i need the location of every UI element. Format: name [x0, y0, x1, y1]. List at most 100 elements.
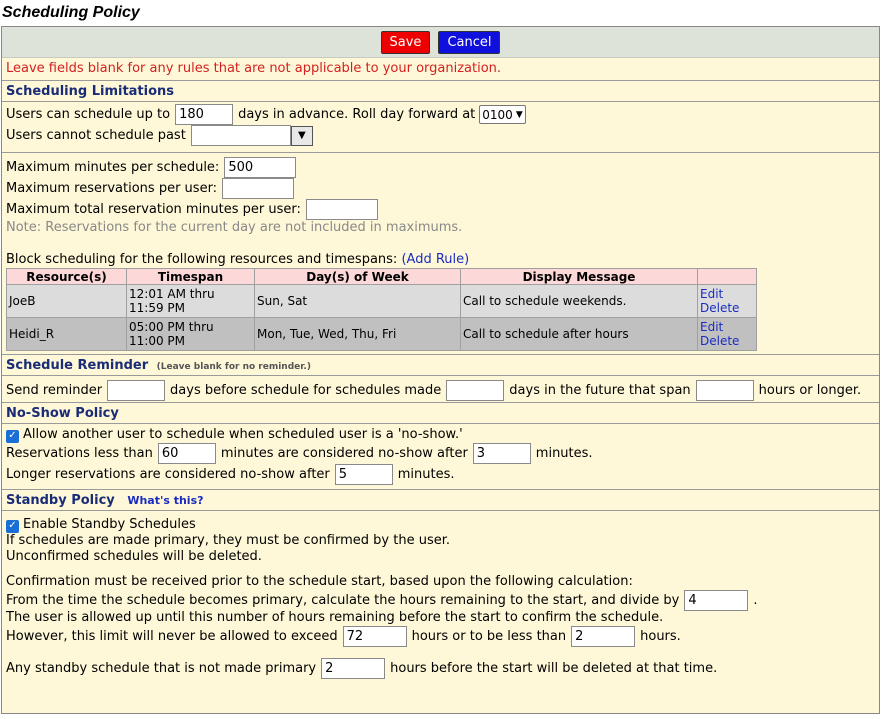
table-header-row: Resource(s) Timespan Day(s) of Week Disp…	[6, 268, 757, 285]
col-actions	[697, 268, 757, 285]
edit-link[interactable]: Edit	[700, 320, 754, 334]
advance-label: Users can schedule up to	[6, 107, 171, 122]
timespan-end: 11:00 PM	[129, 334, 185, 348]
less-minutes-input[interactable]	[157, 443, 216, 464]
reminder-line: Send reminder days before schedule for s…	[2, 378, 879, 402]
section-scheduling-limitations: Scheduling Limitations	[2, 80, 879, 102]
block-label: Block scheduling for the following resou…	[6, 252, 398, 267]
checkbox-checked-icon[interactable]: ✓	[6, 519, 19, 533]
reminder-future-input[interactable]	[446, 379, 505, 401]
less-mid-label: minutes are considered no-show after	[220, 446, 468, 461]
col-resource: Resource(s)	[6, 268, 127, 285]
divide-by-input[interactable]	[684, 589, 749, 611]
cell-actions: Edit Delete	[697, 317, 757, 351]
noshow-after-input[interactable]	[472, 443, 531, 464]
page-title: Scheduling Policy	[2, 4, 140, 21]
past-line: Users cannot schedule past ▼	[2, 125, 879, 146]
roll-time-select[interactable]: 0100 ▼	[479, 105, 526, 124]
roll-label: days in advance. Roll day forward at	[238, 107, 476, 122]
reminder-hours-input[interactable]	[695, 379, 754, 401]
reminder-label-4: hours or longer.	[758, 382, 862, 398]
maximums-note: Note: Reservations for the current day a…	[6, 220, 463, 235]
max-res-line: Maximum reservations per user:	[2, 178, 879, 199]
table-row: Heidi_R 05:00 PM thru 11:00 PM Mon, Tue,…	[6, 317, 757, 351]
max-minutes-line: Maximum minutes per schedule:	[2, 157, 879, 178]
cell-timespan: 12:01 AM thru 11:59 PM	[126, 284, 255, 318]
cell-message: Call to schedule after hours	[460, 317, 698, 351]
notice-text: Leave fields blank for any rules that ar…	[6, 61, 502, 76]
divide-label: From the time the schedule becomes prima…	[6, 592, 680, 608]
section-title: Standby Policy	[6, 493, 115, 508]
delete-link[interactable]: Delete	[700, 301, 754, 315]
toolbar: Save Cancel	[2, 27, 879, 58]
chevron-down-icon: ▼	[515, 109, 523, 120]
cancel-button[interactable]: Cancel	[438, 30, 501, 54]
section-schedule-reminder: Schedule Reminder (Leave blank for no re…	[2, 354, 879, 376]
max-total-label: Maximum total reservation minutes per us…	[6, 202, 301, 217]
delete-link[interactable]: Delete	[700, 334, 754, 348]
exceed-line: However, this limit will never be allowe…	[2, 626, 879, 647]
longer-label: Longer reservations are considered no-sh…	[6, 467, 330, 482]
add-rule-link[interactable]: (Add Rule)	[401, 252, 469, 267]
longer-suffix-label: minutes.	[397, 467, 455, 482]
checkbox-checked-icon[interactable]: ✓	[6, 429, 19, 443]
exceed-label: However, this limit will never be allowe…	[6, 629, 338, 644]
timespan-start: 12:01 AM thru	[129, 287, 215, 301]
reminder-label-1: Send reminder	[6, 382, 103, 398]
standby-text-1: If schedules are made primary, they must…	[6, 533, 450, 548]
max-total-line: Maximum total reservation minutes per us…	[2, 199, 879, 220]
cell-actions: Edit Delete	[697, 284, 757, 318]
max-minutes-label: Maximum minutes per schedule:	[6, 160, 220, 175]
reminder-label-3: days in the future that span	[509, 382, 691, 398]
cell-message: Call to schedule weekends.	[460, 284, 698, 318]
noshow-less-line: Reservations less than minutes are consi…	[2, 443, 879, 464]
longer-minutes-input[interactable]	[334, 464, 393, 485]
advance-days-input[interactable]	[175, 104, 234, 125]
cell-days: Sun, Sat	[254, 284, 461, 318]
advance-line: Users can schedule up to days in advance…	[2, 104, 879, 125]
max-hours-input[interactable]	[342, 626, 407, 647]
standby-text-3: Confirmation must be received prior to t…	[6, 574, 633, 589]
standby-delete-line: Any standby schedule that is not made pr…	[2, 658, 879, 679]
cell-resource: JoeB	[6, 284, 127, 318]
standby-text-2: Unconfirmed schedules will be deleted.	[6, 549, 262, 564]
delete-suffix-label: hours before the start will be deleted a…	[390, 661, 718, 676]
less-label: Reservations less than	[6, 446, 153, 461]
policy-panel: Save Cancel Leave fields blank for any r…	[1, 26, 880, 714]
section-title: Schedule Reminder	[6, 358, 149, 373]
enable-standby-label: Enable Standby Schedules	[23, 517, 196, 532]
cell-resource: Heidi_R	[6, 317, 127, 351]
edit-link[interactable]: Edit	[700, 287, 754, 301]
section-title: No-Show Policy	[6, 406, 119, 421]
cell-timespan: 05:00 PM thru 11:00 PM	[126, 317, 255, 351]
allow-noshow-label: Allow another user to schedule when sche…	[23, 427, 463, 442]
block-rules-table: Resource(s) Timespan Day(s) of Week Disp…	[6, 268, 757, 351]
max-reservations-input[interactable]	[222, 178, 295, 199]
section-no-show-policy: No-Show Policy	[2, 402, 879, 424]
save-button[interactable]: Save	[380, 30, 431, 54]
roll-time-value: 0100	[482, 107, 513, 122]
cell-days: Mon, Tue, Wed, Thu, Fri	[254, 317, 461, 351]
allow-noshow-line: ✓ Allow another user to schedule when sch…	[2, 427, 879, 443]
min-hours-input[interactable]	[571, 626, 636, 647]
calendar-icon[interactable]: ▼	[290, 125, 313, 146]
standby-delete-hours-input[interactable]	[321, 658, 386, 679]
col-days: Day(s) of Week	[254, 268, 461, 285]
whats-this-link[interactable]: What's this?	[127, 494, 203, 507]
timespan-end: 11:59 PM	[129, 301, 185, 315]
col-timespan: Timespan	[126, 268, 255, 285]
max-minutes-input[interactable]	[224, 157, 297, 178]
reminder-days-input[interactable]	[107, 379, 166, 401]
less-suffix-label: minutes.	[535, 446, 593, 461]
table-row: JoeB 12:01 AM thru 11:59 PM Sun, Sat Cal…	[6, 284, 757, 318]
past-label: Users cannot schedule past	[6, 128, 186, 143]
block-line: Block scheduling for the following resou…	[2, 252, 879, 268]
max-res-label: Maximum reservations per user:	[6, 181, 218, 196]
enable-standby-line: ✓ Enable Standby Schedules	[2, 517, 879, 533]
exceed-suffix-label: hours.	[640, 629, 681, 644]
delete-label: Any standby schedule that is not made pr…	[6, 661, 317, 676]
max-total-input[interactable]	[305, 199, 378, 220]
exceed-mid-label: hours or to be less than	[411, 629, 567, 644]
past-date-input[interactable]	[190, 125, 291, 146]
reminder-label-2: days before schedule for schedules made	[170, 382, 442, 398]
